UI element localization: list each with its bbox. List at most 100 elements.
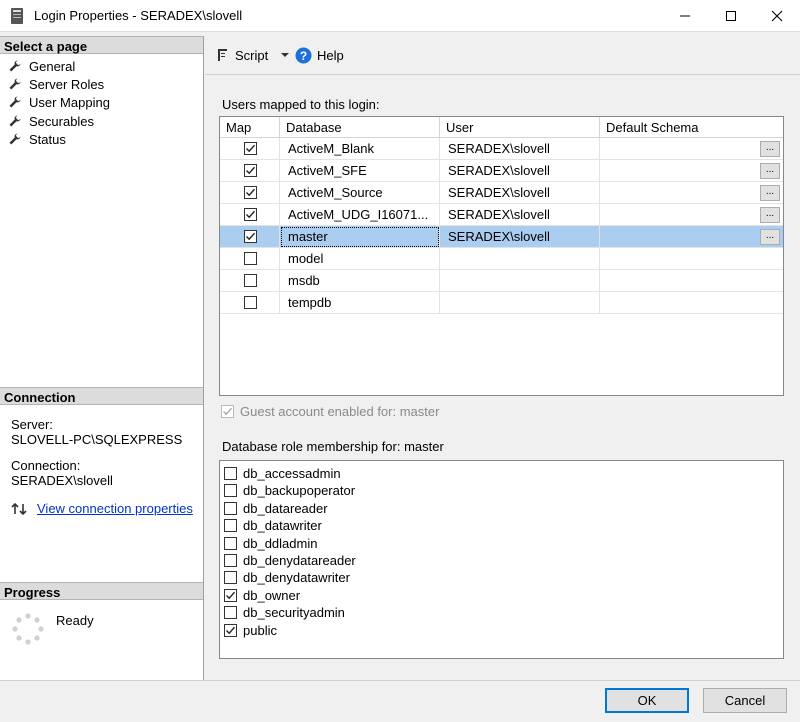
page-item-label: User Mapping [29,94,110,110]
role-membership-label: Database role membership for: master [222,439,444,454]
chevron-down-icon[interactable] [278,48,292,62]
column-header-map[interactable]: Map [220,117,280,138]
database-cell[interactable]: model [280,248,440,270]
page-item-status[interactable]: Status [8,130,66,148]
browse-schema-button[interactable]: ... [760,141,780,157]
default-schema-cell[interactable] [600,270,783,292]
minimize-button[interactable] [662,0,708,32]
view-connection-properties-link[interactable]: View connection properties [37,501,193,516]
default-schema-cell[interactable] [600,292,783,314]
table-row[interactable]: ActiveM_UDG_I16071... SERADEX\slovell... [220,204,783,226]
list-item[interactable]: db_backupoperator [224,482,355,499]
role-label: db_backupoperator [243,483,356,499]
table-row[interactable]: master SERADEX\slovell... [220,226,783,248]
role-checkbox[interactable] [224,588,237,602]
database-cell[interactable]: tempdb [280,292,440,314]
role-checkbox[interactable] [224,554,237,567]
page-item-server-roles[interactable]: Server Roles [8,75,104,93]
default-schema-cell[interactable]: ... [600,160,783,182]
map-checkbox[interactable] [244,186,257,199]
list-item[interactable]: db_denydatawriter [224,569,350,586]
user-cell[interactable] [440,270,600,292]
role-checkbox[interactable] [224,519,237,533]
page-item-user-mapping[interactable]: User Mapping [8,93,110,111]
database-cell[interactable]: master [280,226,440,248]
user-cell[interactable] [440,292,600,314]
table-row[interactable]: ActiveM_Source SERADEX\slovell... [220,182,783,204]
role-checkbox[interactable] [224,467,237,480]
default-schema-cell[interactable]: ... [600,182,783,204]
table-row[interactable]: model [220,248,783,270]
user-cell[interactable]: SERADEX\slovell [440,182,600,204]
map-checkbox[interactable] [244,208,257,221]
role-checkbox[interactable] [224,484,237,498]
grid-header: Map Database User Default Schema [220,117,783,138]
default-schema-cell[interactable] [600,248,783,270]
map-checkbox[interactable] [244,230,257,243]
map-checkbox[interactable] [244,274,257,287]
map-checkbox[interactable] [244,164,257,177]
map-checkbox[interactable] [244,296,257,309]
map-cell [220,226,280,248]
database-cell[interactable]: ActiveM_SFE [280,160,440,182]
default-schema-cell[interactable]: ... [600,138,783,160]
help-button[interactable]: ? Help [295,45,344,65]
role-membership-list: db_accessadmin db_backupoperator db_datare… [219,460,784,659]
role-checkbox[interactable] [224,623,237,637]
cancel-button[interactable]: Cancel [703,688,787,713]
table-row[interactable]: ActiveM_Blank SERADEX\slovell... [220,138,783,160]
role-checkbox[interactable] [224,606,237,620]
browse-schema-button[interactable]: ... [760,229,780,245]
script-label: Script [235,47,269,63]
database-cell[interactable]: msdb [280,270,440,292]
role-label: db_accessadmin [243,466,341,481]
list-item[interactable]: db_datawriter [224,517,322,534]
ok-button[interactable]: OK [605,688,689,713]
wrench-icon [9,78,21,90]
help-label: Help [317,47,344,63]
column-header-database[interactable]: Database [280,117,440,138]
list-item[interactable]: db_securityadmin [224,604,345,621]
map-cell [220,248,280,270]
database-cell[interactable]: ActiveM_Source [280,182,440,204]
user-cell[interactable]: SERADEX\slovell [440,204,600,226]
close-button[interactable] [754,0,800,32]
database-cell[interactable]: ActiveM_Blank [280,138,440,160]
list-item[interactable]: db_owner [224,587,300,604]
page-item-securables[interactable]: Securables [8,112,94,130]
map-checkbox[interactable] [244,142,257,155]
script-button[interactable]: Script [214,45,297,65]
default-schema-cell[interactable]: ... [600,204,783,226]
default-schema-cell[interactable]: ... [600,226,783,248]
list-item[interactable]: db_accessadmin [224,465,341,482]
page-item-general[interactable]: General [8,57,75,75]
database-cell[interactable]: ActiveM_UDG_I16071... [280,204,440,226]
user-cell[interactable] [440,248,600,270]
column-header-default-schema[interactable]: Default Schema [600,117,783,138]
list-item[interactable]: db_ddladmin [224,535,317,552]
connection-value: SERADEX\slovell [11,473,113,488]
map-cell [220,182,280,204]
browse-schema-button[interactable]: ... [760,207,780,223]
browse-schema-button[interactable]: ... [760,163,780,179]
list-item[interactable]: db_denydatareader [224,552,356,569]
role-label: db_securityadmin [243,605,345,621]
role-checkbox[interactable] [224,501,237,515]
page-item-label: General [29,58,76,74]
user-cell[interactable]: SERADEX\slovell [440,226,600,248]
role-checkbox[interactable] [224,536,237,550]
table-row[interactable]: ActiveM_SFE SERADEX\slovell... [220,160,783,182]
progress-header: Progress [0,582,203,600]
user-cell[interactable]: SERADEX\slovell [440,138,600,160]
column-header-user[interactable]: User [440,117,600,138]
browse-schema-button[interactable]: ... [760,185,780,201]
close-icon [771,10,783,22]
list-item[interactable]: public [224,622,277,639]
map-checkbox[interactable] [244,252,257,265]
role-checkbox[interactable] [224,571,237,585]
list-item[interactable]: db_datareader [224,500,328,517]
table-row[interactable]: tempdb [220,292,783,314]
table-row[interactable]: msdb [220,270,783,292]
maximize-button[interactable] [708,0,754,32]
user-cell[interactable]: SERADEX\slovell [440,160,600,182]
